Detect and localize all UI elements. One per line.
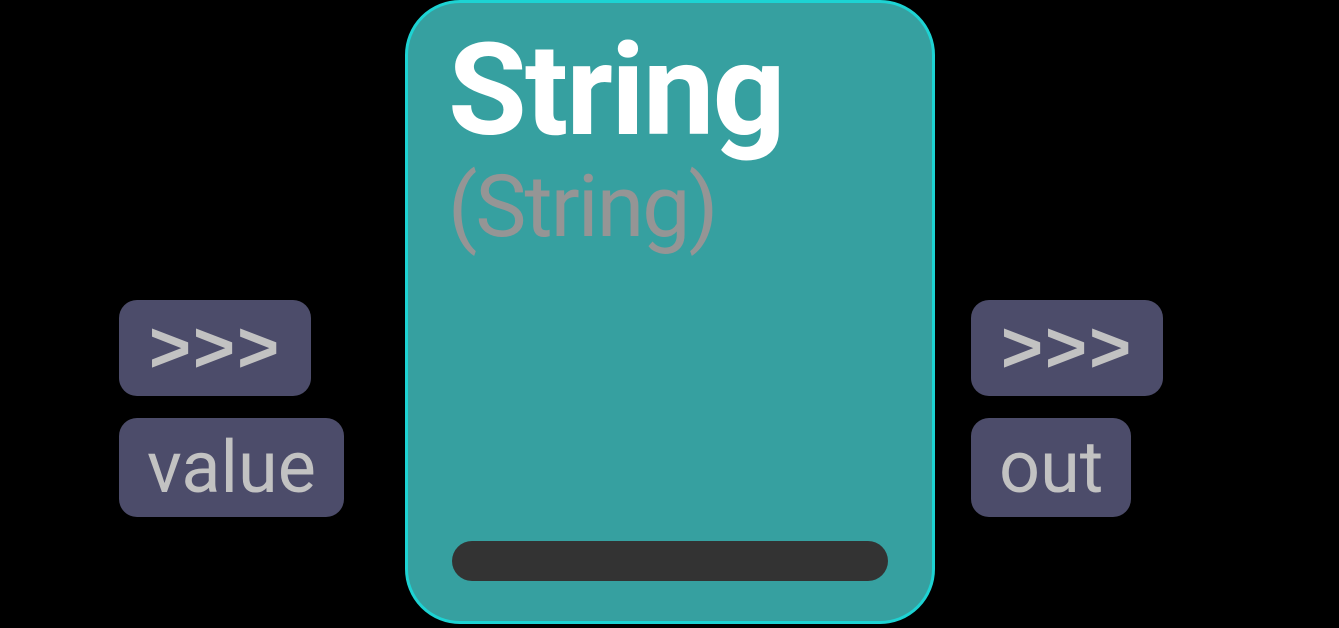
exec-flow-icon: >>> <box>149 308 281 388</box>
node-title: String <box>448 21 892 162</box>
input-exec-port[interactable]: >>> <box>119 300 311 396</box>
input-value-port[interactable]: value <box>119 418 344 517</box>
input-port-group: >>> value <box>119 300 344 517</box>
output-exec-port[interactable]: >>> <box>971 300 1163 396</box>
output-port-label: out <box>999 425 1103 510</box>
output-out-port[interactable]: out <box>971 418 1131 517</box>
exec-flow-icon: >>> <box>1001 308 1133 388</box>
node-subtitle: (String) <box>448 164 892 250</box>
output-port-group: >>> out <box>971 300 1163 517</box>
string-node[interactable]: String (String) <box>405 0 935 624</box>
input-port-label: value <box>147 425 316 510</box>
node-value-input[interactable] <box>452 541 888 581</box>
